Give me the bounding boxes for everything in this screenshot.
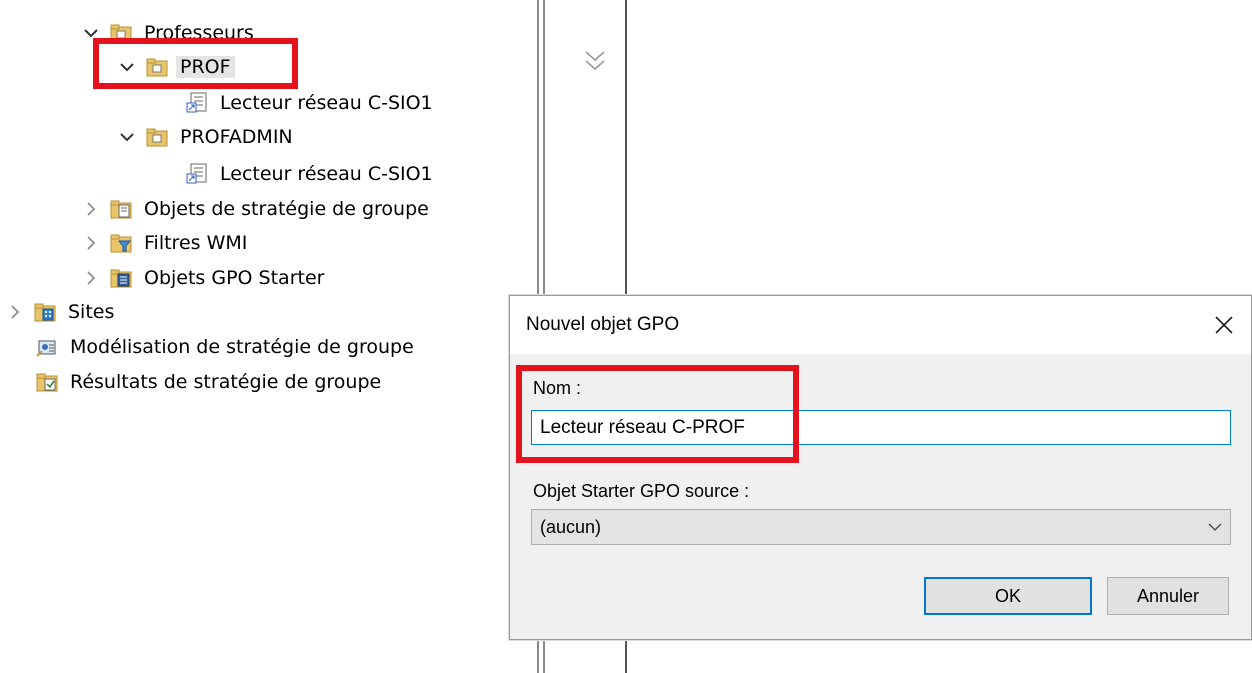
tree-item-wmi-filters[interactable]: Filtres WMI	[80, 226, 251, 260]
tree-item-gpo-link[interactable]: Lecteur réseau C-SIO1	[186, 86, 437, 120]
tree-item-label: Résultats de stratégie de groupe	[70, 371, 382, 393]
chevron-right-icon[interactable]	[80, 232, 102, 254]
gpo-container-icon	[110, 198, 132, 220]
name-input[interactable]	[531, 410, 1231, 445]
folder-ou-icon	[146, 126, 168, 148]
tree-item-gp-results[interactable]: Résultats de stratégie de groupe	[36, 365, 385, 399]
tree-item-label: Objets de stratégie de groupe	[144, 198, 429, 220]
cancel-button[interactable]: Annuler	[1107, 577, 1229, 615]
chevron-right-icon[interactable]	[80, 267, 102, 289]
tree-item-label: PROF	[176, 56, 235, 78]
chevron-down-icon[interactable]	[116, 126, 138, 148]
tree-item-gp-modeling[interactable]: Modélisation de stratégie de groupe	[36, 330, 418, 364]
chevron-down-icon[interactable]	[116, 56, 138, 78]
wmi-filter-icon	[110, 232, 132, 254]
tree-item-starter-gpos[interactable]: Objets GPO Starter	[80, 261, 328, 295]
chevron-right-icon[interactable]	[80, 198, 102, 220]
gpo-link-icon	[186, 92, 208, 114]
sites-icon	[34, 301, 56, 323]
starter-gpo-label: Objet Starter GPO source :	[533, 481, 750, 501]
tree-item-label: Objets GPO Starter	[144, 267, 325, 289]
folder-ou-icon	[146, 56, 168, 78]
tree-item-prof[interactable]: PROF	[116, 50, 235, 84]
tree-item-gpo-link[interactable]: Lecteur réseau C-SIO1	[186, 157, 437, 191]
chevron-down-icon	[1200, 523, 1230, 532]
tree-item-professeurs[interactable]: Professeurs	[80, 16, 258, 50]
chevron-down-icon[interactable]	[80, 22, 102, 44]
tree-item-label: Lecteur réseau C-SIO1	[220, 163, 433, 185]
chevron-right-icon[interactable]	[4, 301, 26, 323]
tree-item-profadmin[interactable]: PROFADMIN	[116, 120, 297, 154]
close-button[interactable]	[1207, 308, 1241, 342]
gpo-link-icon	[186, 163, 208, 185]
collapse-arrow-icon[interactable]	[584, 48, 606, 78]
dialog-title: Nouvel objet GPO	[526, 314, 680, 335]
tree-item-label: Sites	[68, 301, 115, 323]
starter-gpo-icon	[110, 267, 132, 289]
tree-item-label: Professeurs	[144, 22, 254, 44]
tree-item-label: Filtres WMI	[144, 232, 248, 254]
tree-item-label: PROFADMIN	[180, 126, 293, 148]
gp-results-icon	[36, 371, 58, 393]
starter-gpo-select[interactable]: (aucun)	[531, 509, 1231, 545]
tree-item-label: Modélisation de stratégie de groupe	[70, 336, 414, 358]
tree-item-sites[interactable]: Sites	[4, 295, 118, 329]
starter-gpo-selected: (aucun)	[540, 516, 602, 537]
close-icon	[1215, 316, 1233, 334]
gp-modeling-icon	[36, 336, 58, 358]
tree-item-gpo-objects[interactable]: Objets de stratégie de groupe	[80, 192, 433, 226]
name-label: Nom :	[533, 378, 582, 398]
new-gpo-dialog: Nouvel objet GPO Nom : Objet Starter GPO…	[509, 295, 1252, 640]
folder-ou-icon	[110, 22, 132, 44]
ok-button[interactable]: OK	[924, 577, 1092, 615]
tree-item-label: Lecteur réseau C-SIO1	[220, 92, 433, 114]
